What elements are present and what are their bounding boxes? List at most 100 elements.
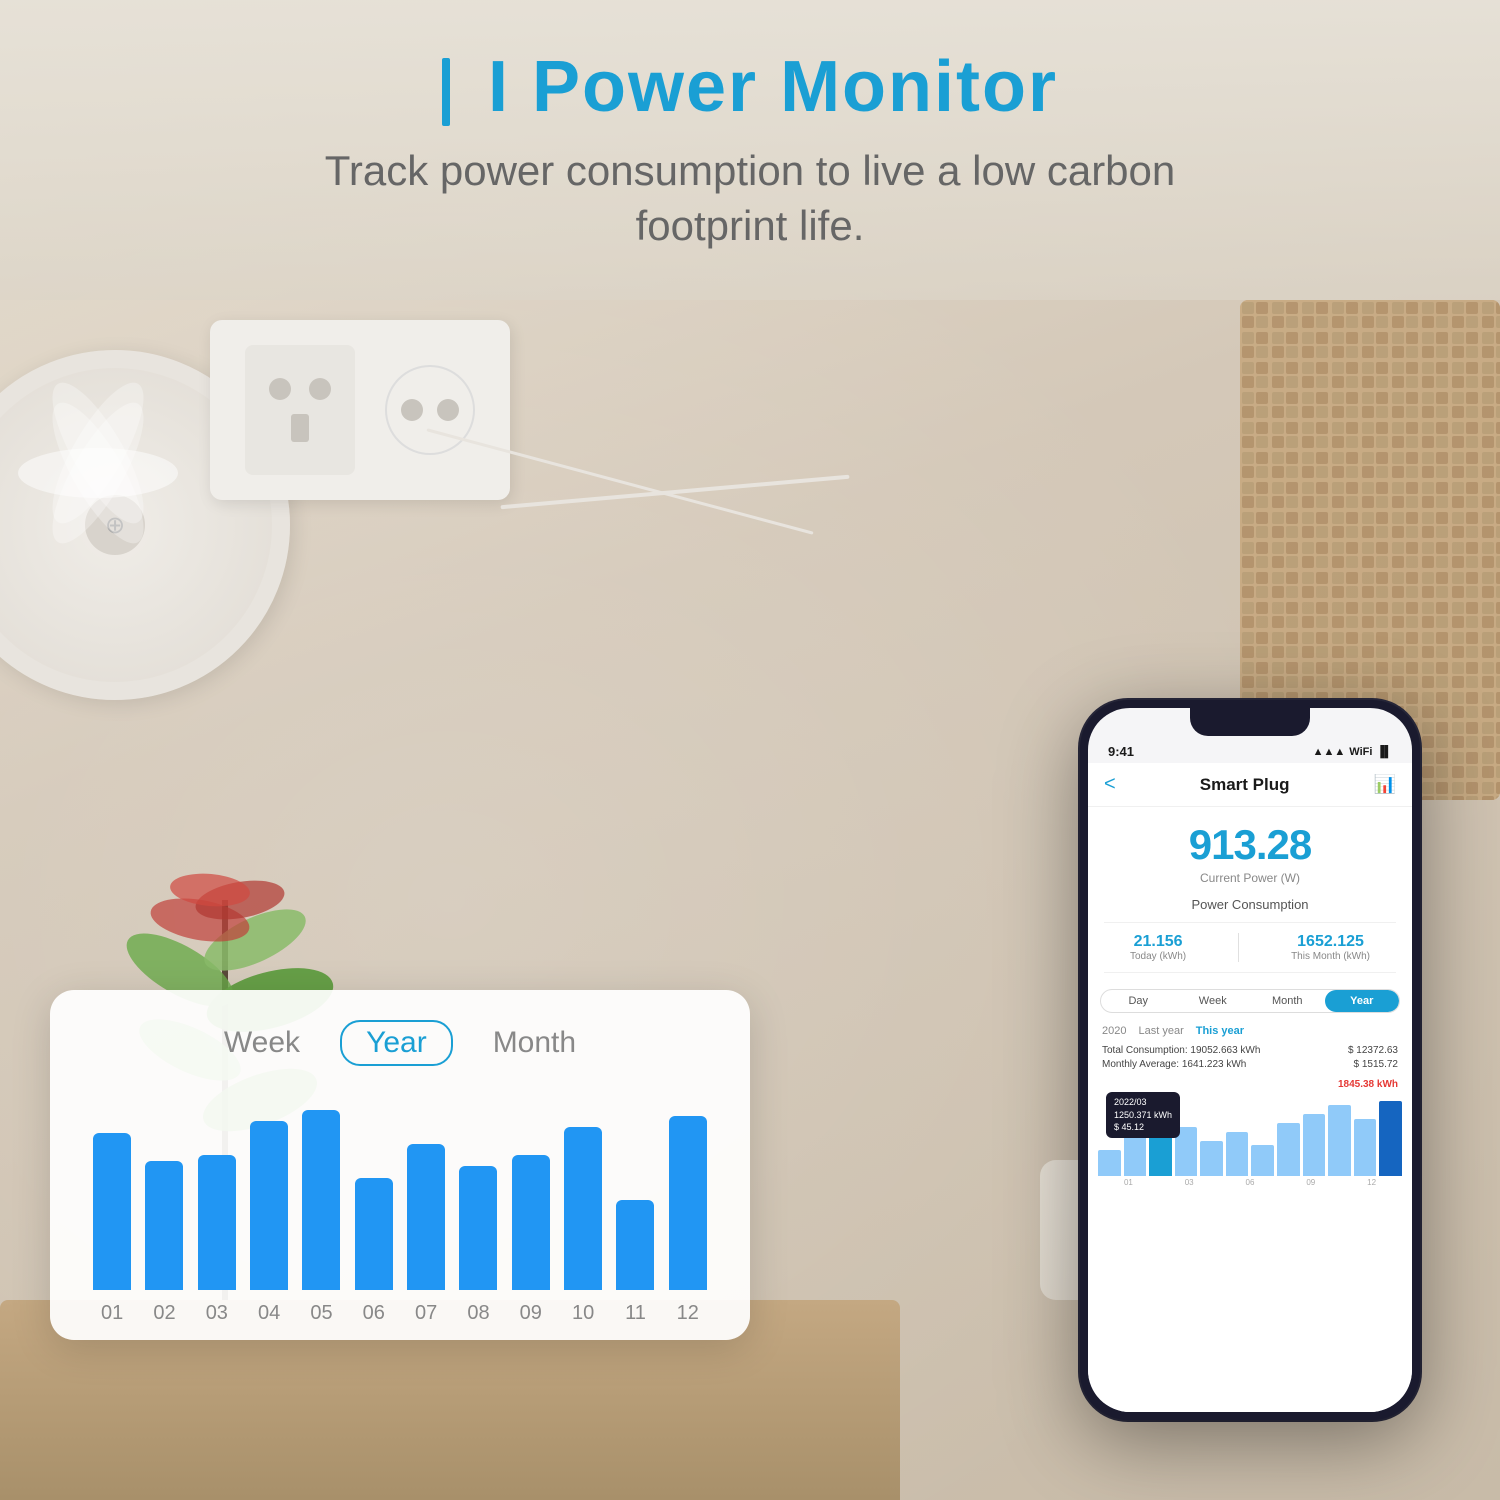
socket-2 [385, 365, 475, 455]
bar-col-10 [557, 1127, 609, 1290]
bar-03[interactable] [198, 1155, 236, 1290]
power-number: 913.28 [1088, 821, 1412, 869]
bar-11[interactable] [616, 1200, 654, 1290]
chart-tabs: Week Year Month [86, 1020, 714, 1066]
page-subtitle: Track power consumption to live a low ca… [325, 144, 1176, 253]
year-last[interactable]: Last year [1138, 1025, 1183, 1037]
chart-tooltip: 2022/03 1250.371 kWh $ 45.12 [1106, 1092, 1180, 1138]
year-this[interactable]: This year [1196, 1025, 1244, 1037]
chart-tab-week[interactable]: Week [224, 1026, 300, 1060]
mini-labels: 01 03 06 09 12 [1098, 1178, 1402, 1187]
power-unit: Current Power (W) [1088, 871, 1412, 885]
bar-col-06 [348, 1178, 400, 1291]
battery-icon: ▐▌ [1376, 746, 1392, 758]
tab-year[interactable]: Year [1325, 990, 1400, 1012]
socket-hole [269, 378, 291, 400]
bar-col-09 [505, 1155, 557, 1290]
mini-bar-5 [1226, 1132, 1249, 1176]
bar-07[interactable] [407, 1144, 445, 1290]
tab-week[interactable]: Week [1176, 990, 1251, 1012]
socket-1 [245, 345, 355, 475]
bar-label-02: 02 [138, 1302, 190, 1325]
year-2020[interactable]: 2020 [1102, 1025, 1126, 1037]
tooltip-date: 2022/03 [1114, 1096, 1172, 1109]
bar-col-11 [609, 1200, 661, 1290]
bar-label-04: 04 [243, 1302, 295, 1325]
bar-col-01 [86, 1133, 138, 1291]
bar-col-07 [400, 1144, 452, 1290]
tab-month[interactable]: Month [1250, 990, 1325, 1012]
back-button[interactable]: < [1104, 773, 1116, 796]
bar-label-12: 12 [662, 1302, 714, 1325]
chart-icon[interactable]: 📊 [1374, 774, 1396, 795]
tooltip-price: $ 45.12 [1114, 1121, 1172, 1134]
stats-row-1: Total Consumption: 19052.663 kWh $ 12372… [1102, 1045, 1398, 1056]
consumption-section: Power Consumption 21.156 Today (kWh) 165… [1088, 889, 1412, 981]
bar-02[interactable] [145, 1161, 183, 1290]
bar-col-04 [243, 1121, 295, 1290]
status-time: 9:41 [1108, 744, 1134, 759]
bar-label-03: 03 [191, 1302, 243, 1325]
bar-10[interactable] [564, 1127, 602, 1290]
tab-day[interactable]: Day [1101, 990, 1176, 1012]
today-consumption: 21.156 Today (kWh) [1130, 933, 1186, 962]
bar-label-09: 09 [505, 1302, 557, 1325]
mini-bar-11 [1379, 1101, 1402, 1176]
year-nav: 2020 Last year This year [1088, 1021, 1412, 1041]
chart-tab-month[interactable]: Month [493, 1026, 576, 1060]
mini-chart: 2022/03 1250.371 kWh $ 45.12 01 03 06 09… [1088, 1092, 1412, 1412]
stats-row-2: Monthly Average: 1641.223 kWh $ 1515.72 [1102, 1059, 1398, 1070]
stats-value-2: $ 1515.72 [1354, 1059, 1399, 1070]
status-bar: 9:41 ▲▲▲ WiFi ▐▌ [1088, 736, 1412, 763]
consumption-title: Power Consumption [1104, 897, 1396, 912]
bar-col-12 [662, 1116, 714, 1290]
status-icons: ▲▲▲ WiFi ▐▌ [1313, 746, 1392, 758]
chart-tab-year[interactable]: Year [340, 1020, 453, 1066]
bar-04[interactable] [250, 1121, 288, 1290]
highlight-value: 1845.38 kWh [1088, 1077, 1412, 1092]
mini-bar-10 [1354, 1119, 1377, 1176]
mini-label-09: 09 [1306, 1178, 1315, 1187]
bar-labels: 010203040506070809101112 [86, 1302, 714, 1325]
mini-bar-9 [1328, 1105, 1351, 1176]
bar-label-01: 01 [86, 1302, 138, 1325]
bar-label-05: 05 [295, 1302, 347, 1325]
phone-tabs: Day Week Month Year [1100, 989, 1400, 1013]
socket-hole-2 [401, 399, 423, 421]
header-section: I Power Monitor Track power consumption … [0, 0, 1500, 300]
stats-value-1: $ 12372.63 [1348, 1045, 1398, 1056]
mini-bar-8 [1303, 1114, 1326, 1176]
today-label: Today (kWh) [1130, 951, 1186, 962]
mini-label-03: 03 [1185, 1178, 1194, 1187]
wifi-icon: WiFi [1349, 746, 1372, 758]
mini-label-06: 06 [1246, 1178, 1255, 1187]
stats-section: Total Consumption: 19052.663 kWh $ 12372… [1088, 1041, 1412, 1077]
mini-bar-0 [1098, 1150, 1121, 1176]
bar-05[interactable] [302, 1110, 340, 1290]
bar-chart [86, 1090, 714, 1290]
mini-bar-1 [1124, 1136, 1147, 1176]
month-label: This Month (kWh) [1291, 951, 1370, 962]
phone-header-title: Smart Plug [1200, 775, 1290, 795]
socket-slot [291, 414, 309, 442]
socket-hole-2 [437, 399, 459, 421]
bar-12[interactable] [669, 1116, 707, 1290]
tooltip-kwh: 1250.371 kWh [1114, 1109, 1172, 1122]
socket-area [210, 320, 510, 500]
bar-label-08: 08 [452, 1302, 504, 1325]
bar-label-07: 07 [400, 1302, 452, 1325]
bar-06[interactable] [355, 1178, 393, 1291]
bar-label-10: 10 [557, 1302, 609, 1325]
phone: 9:41 ▲▲▲ WiFi ▐▌ < Smart Plug 📊 913.28 C… [1080, 700, 1420, 1420]
signal-icon: ▲▲▲ [1313, 746, 1346, 758]
bar-01[interactable] [93, 1133, 131, 1291]
today-value: 21.156 [1130, 933, 1186, 951]
chart-card: Week Year Month 010203040506070809101112 [50, 990, 750, 1340]
bar-col-02 [138, 1161, 190, 1290]
bar-09[interactable] [512, 1155, 550, 1290]
mini-bar-7 [1277, 1123, 1300, 1176]
power-value-section: 913.28 Current Power (W) [1088, 807, 1412, 889]
bar-08[interactable] [459, 1166, 497, 1290]
bar-col-03 [191, 1155, 243, 1290]
mini-bar-4 [1200, 1141, 1223, 1176]
